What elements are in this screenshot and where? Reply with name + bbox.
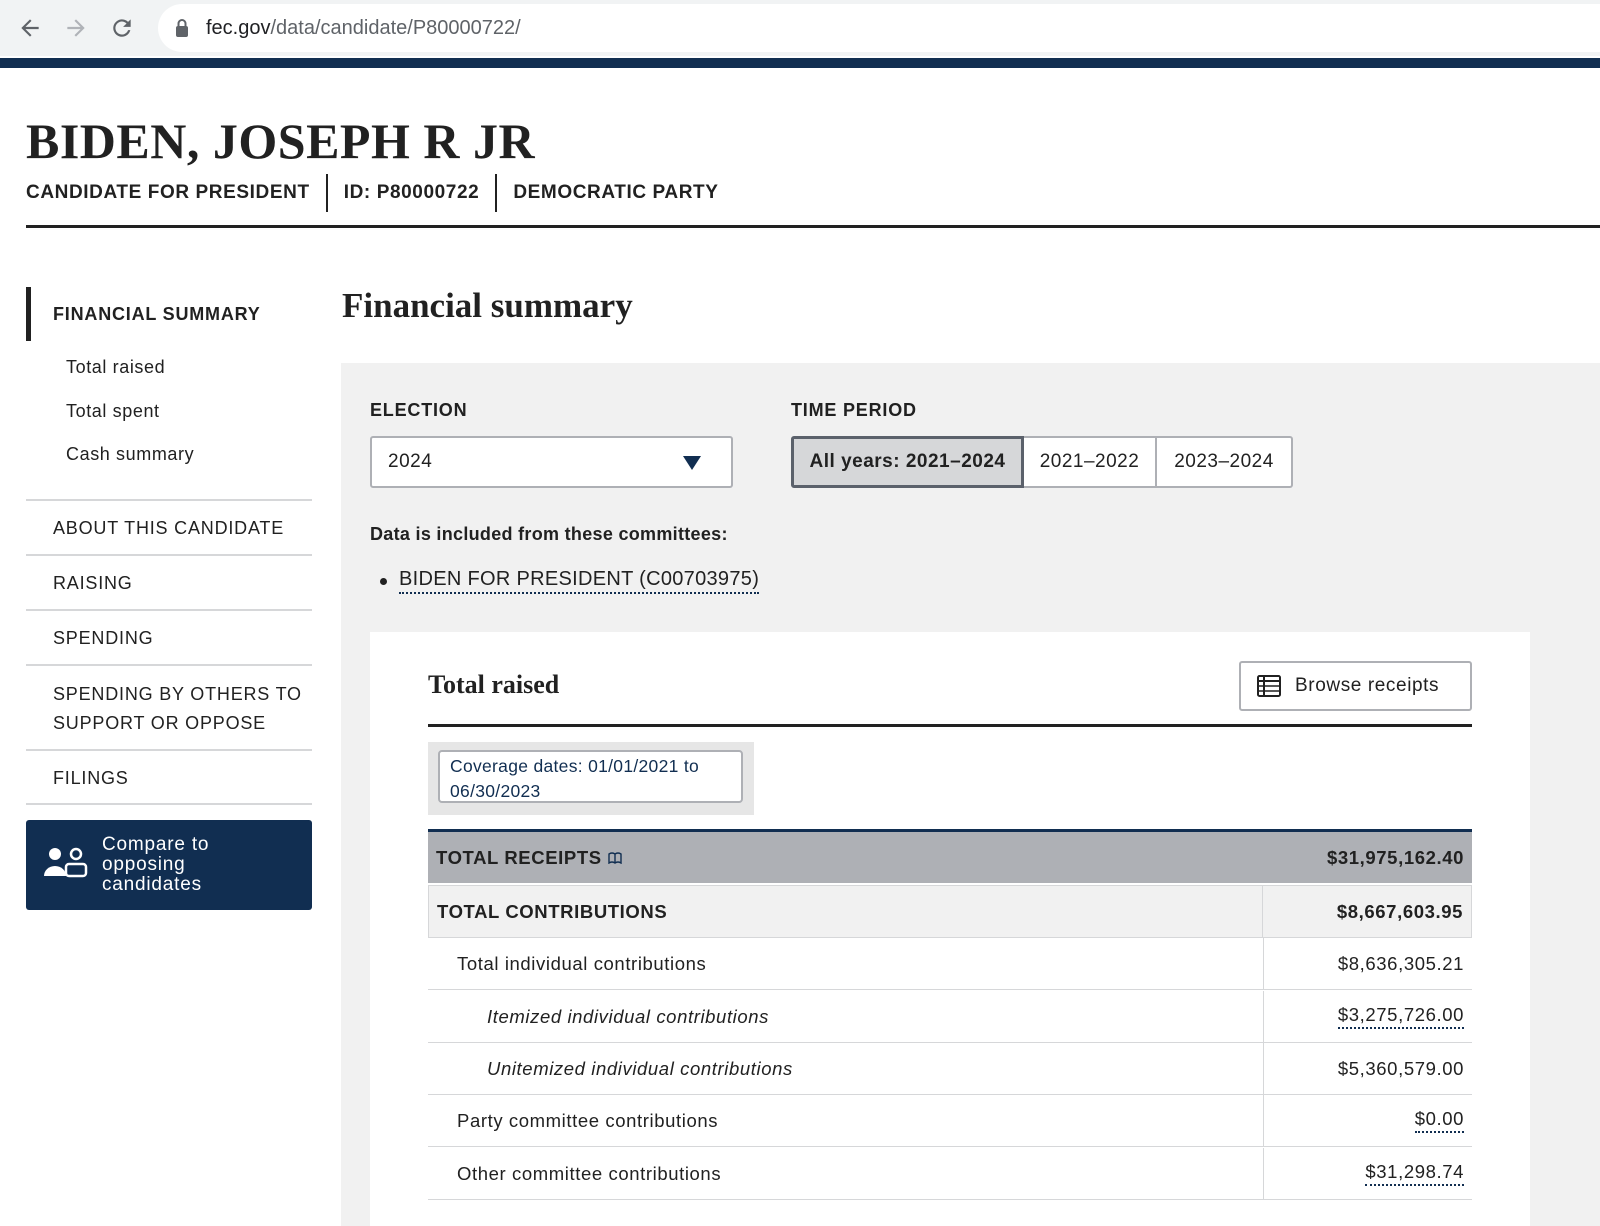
lock-icon bbox=[176, 19, 188, 37]
sidebar-item-raising[interactable]: RAISING bbox=[26, 554, 312, 610]
election-select[interactable]: 2024 bbox=[370, 436, 733, 488]
total-raised-title: Total raised bbox=[428, 670, 560, 699]
time-period-all-years[interactable]: All years: 2021–2024 bbox=[791, 436, 1024, 488]
time-period-label: TIME PERIOD bbox=[791, 400, 917, 420]
address-bar[interactable]: fec.gov/data/candidate/P80000722/ bbox=[158, 4, 1600, 52]
party-committee-link[interactable]: $0.00 bbox=[1414, 1108, 1464, 1133]
row-label: Unitemized individual contributions bbox=[487, 1057, 793, 1079]
candidate-meta: CANDIDATE FOR PRESIDENT ID: P80000722 DE… bbox=[26, 174, 735, 212]
sidebar-item-spending[interactable]: SPENDING bbox=[26, 609, 312, 665]
committee-link[interactable]: BIDEN FOR PRESIDENT (C00703975) bbox=[399, 568, 760, 594]
back-button[interactable] bbox=[10, 8, 50, 48]
committees-note: Data is included from these committees: bbox=[370, 524, 728, 544]
row-label: Party committee contributions bbox=[457, 1109, 719, 1131]
coverage-dates: Coverage dates: 01/01/2021 to 06/30/2023 bbox=[438, 750, 743, 803]
back-arrow-icon bbox=[21, 19, 39, 37]
election-value: 2024 bbox=[388, 451, 433, 472]
row-value: $8,636,305.21 bbox=[1263, 938, 1472, 989]
header-divider bbox=[26, 225, 1600, 228]
browse-receipts-button[interactable]: Browse receipts bbox=[1239, 661, 1472, 711]
other-committee-link[interactable]: $31,298.74 bbox=[1365, 1161, 1464, 1186]
sidebar-item-spending-by-others[interactable]: SPENDING BY OTHERS TO SUPPORT OR OPPOSE bbox=[26, 664, 312, 750]
glossary-book-icon[interactable] bbox=[607, 851, 622, 864]
table-row: Total individual contributions $8,636,30… bbox=[428, 938, 1472, 990]
table-row: Unitemized individual contributions $5,3… bbox=[428, 1043, 1472, 1095]
people-compare-icon bbox=[44, 846, 88, 885]
row-value: $5,360,579.00 bbox=[1263, 1043, 1472, 1094]
site-header-rule bbox=[0, 58, 1600, 68]
card-divider bbox=[428, 724, 1472, 727]
browse-receipts-label: Browse receipts bbox=[1295, 675, 1440, 696]
time-period-2023-2024[interactable]: 2023–2024 bbox=[1155, 436, 1293, 488]
candidate-party: DEMOCRATIC PARTY bbox=[495, 174, 734, 212]
total-contributions-value: $8,667,603.95 bbox=[1262, 886, 1471, 937]
reload-button[interactable] bbox=[102, 8, 142, 48]
url-host: fec.gov bbox=[206, 16, 271, 39]
total-receipts-value: $31,975,162.40 bbox=[1327, 846, 1464, 868]
table-row: Itemized individual contributions $3,275… bbox=[428, 991, 1472, 1043]
compare-button-label: Compare to opposing candidates bbox=[102, 834, 210, 895]
row-label: TOTAL RECEIPTS bbox=[428, 832, 1263, 883]
browser-toolbar: fec.gov/data/candidate/P80000722/ bbox=[0, 0, 1600, 56]
row-label: Other committee contributions bbox=[457, 1162, 722, 1184]
forward-button[interactable] bbox=[56, 8, 96, 48]
sidebar-subitem-total-raised[interactable]: Total raised bbox=[66, 357, 165, 378]
sidebar-divider bbox=[26, 803, 312, 805]
itemized-link[interactable]: $3,275,726.00 bbox=[1337, 1004, 1464, 1029]
table-row: Other committee contributions $31,298.74 bbox=[428, 1148, 1472, 1200]
sidebar-item-filings[interactable]: FILINGS bbox=[26, 749, 312, 805]
election-label: ELECTION bbox=[370, 400, 468, 420]
sidebar-subitem-total-spent[interactable]: Total spent bbox=[66, 401, 160, 422]
candidate-id: ID: P80000722 bbox=[325, 174, 496, 212]
table-row: Party committee contributions $0.00 bbox=[428, 1095, 1472, 1147]
row-label: Total individual contributions bbox=[457, 952, 707, 974]
total-contributions-label: TOTAL CONTRIBUTIONS bbox=[437, 900, 668, 922]
candidate-office: CANDIDATE FOR PRESIDENT bbox=[26, 182, 310, 203]
table-row-total-receipts: TOTAL RECEIPTS $31,975,162.40 bbox=[428, 829, 1472, 883]
forward-arrow-icon bbox=[67, 19, 85, 37]
row-value-link: $0.00 bbox=[1263, 1095, 1472, 1146]
sidebar-item-about[interactable]: ABOUT THIS CANDIDATE bbox=[26, 499, 312, 555]
time-period-2021-2022[interactable]: 2021–2022 bbox=[1022, 436, 1157, 488]
row-label: Itemized individual contributions bbox=[487, 1005, 770, 1027]
reload-icon bbox=[113, 19, 131, 37]
section-title: Financial summary bbox=[342, 286, 633, 325]
candidate-name: BIDEN, JOSEPH R JR bbox=[26, 113, 536, 169]
table-row-total-contributions: TOTAL CONTRIBUTIONS $8,667,603.95 bbox=[428, 885, 1472, 938]
sidebar-item-financial-summary[interactable]: FINANCIAL SUMMARY bbox=[26, 287, 316, 341]
row-value-link: $31,298.74 bbox=[1263, 1148, 1472, 1199]
compare-candidates-button[interactable]: Compare to opposing candidates bbox=[26, 820, 312, 910]
row-value-link: $3,275,726.00 bbox=[1263, 991, 1472, 1042]
time-period-toggle: All years: 2021–2024 2021–2022 2023–2024 bbox=[791, 436, 1293, 488]
total-receipts-label: TOTAL RECEIPTS bbox=[436, 846, 602, 868]
sidebar-subitem-cash-summary[interactable]: Cash summary bbox=[66, 444, 194, 465]
dropdown-arrow-icon bbox=[683, 456, 701, 470]
table-icon bbox=[1257, 675, 1281, 697]
committee-list-item: BIDEN FOR PRESIDENT (C00703975) bbox=[380, 568, 760, 594]
bullet bbox=[380, 577, 387, 585]
url-path: /data/candidate/P80000722/ bbox=[270, 16, 521, 39]
